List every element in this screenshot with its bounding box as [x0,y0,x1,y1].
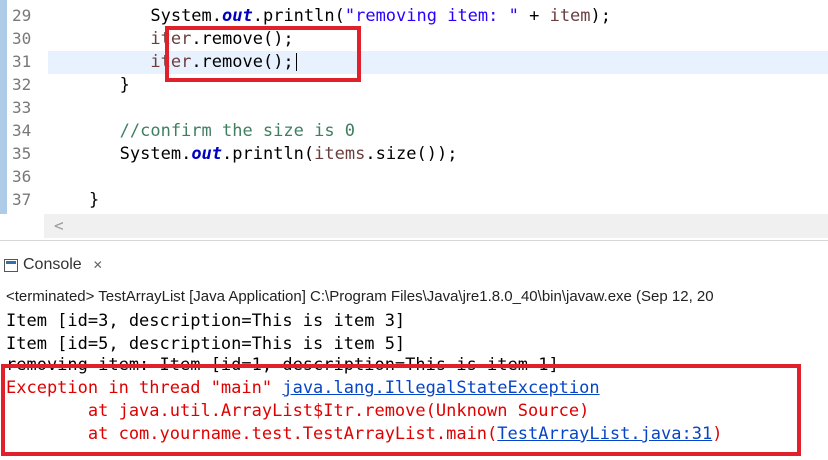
line-number: 34 [12,121,32,140]
code-token: .size()); [365,144,458,164]
code-token: System. [119,144,192,164]
code-token-variable: items [314,144,366,164]
code-token-string: "removing item: " [344,6,519,26]
scroll-left-arrow-icon[interactable]: < [54,216,64,235]
line-number: 37 [12,190,32,209]
code-token: .println( [222,144,315,164]
code-token-field: out [222,6,253,26]
code-token-variable: item [549,6,591,26]
tab-console[interactable]: Console ✕ [4,253,103,277]
line-number: 32 [12,75,32,94]
code-token: .println( [252,6,345,26]
code-token: ); [590,6,612,26]
console-status-line: <terminated> TestArrayList [Java Applica… [6,288,714,305]
code-token: + [518,6,550,26]
tab-console-label: Console [23,256,82,273]
code-token: System. [150,6,223,26]
line-number: 31 [12,52,32,71]
code-line-34-comment[interactable]: //confirm the size is 0 [48,120,828,143]
console-output-line: Item [id=5, description=This is item 5] [6,334,406,354]
console-output-line: Item [id=3, description=This is item 3] [6,311,406,331]
console-tab-bar: Console ✕ [0,241,828,283]
code-line-35[interactable]: System.out.println(items.size()); [48,143,828,166]
code-line-29[interactable]: System.out.println("removing item: " + i… [48,5,828,28]
editor-left-ruler [0,0,7,214]
code-editor[interactable]: 29 30 31 32 33 34 35 36 37 System.out.pr… [0,0,828,241]
line-number: 35 [12,144,32,163]
code-token-field: out [191,144,223,164]
highlight-box-remove-calls [165,26,361,82]
line-number: 30 [12,29,32,48]
highlight-box-exception [1,364,801,456]
console-icon [4,258,18,272]
horizontal-scrollbar[interactable]: < [44,214,828,238]
line-number: 33 [12,98,32,117]
close-icon[interactable]: ✕ [93,258,103,272]
line-number: 29 [12,6,32,25]
line-number: 36 [12,167,32,186]
code-line-37[interactable]: } [48,189,828,212]
